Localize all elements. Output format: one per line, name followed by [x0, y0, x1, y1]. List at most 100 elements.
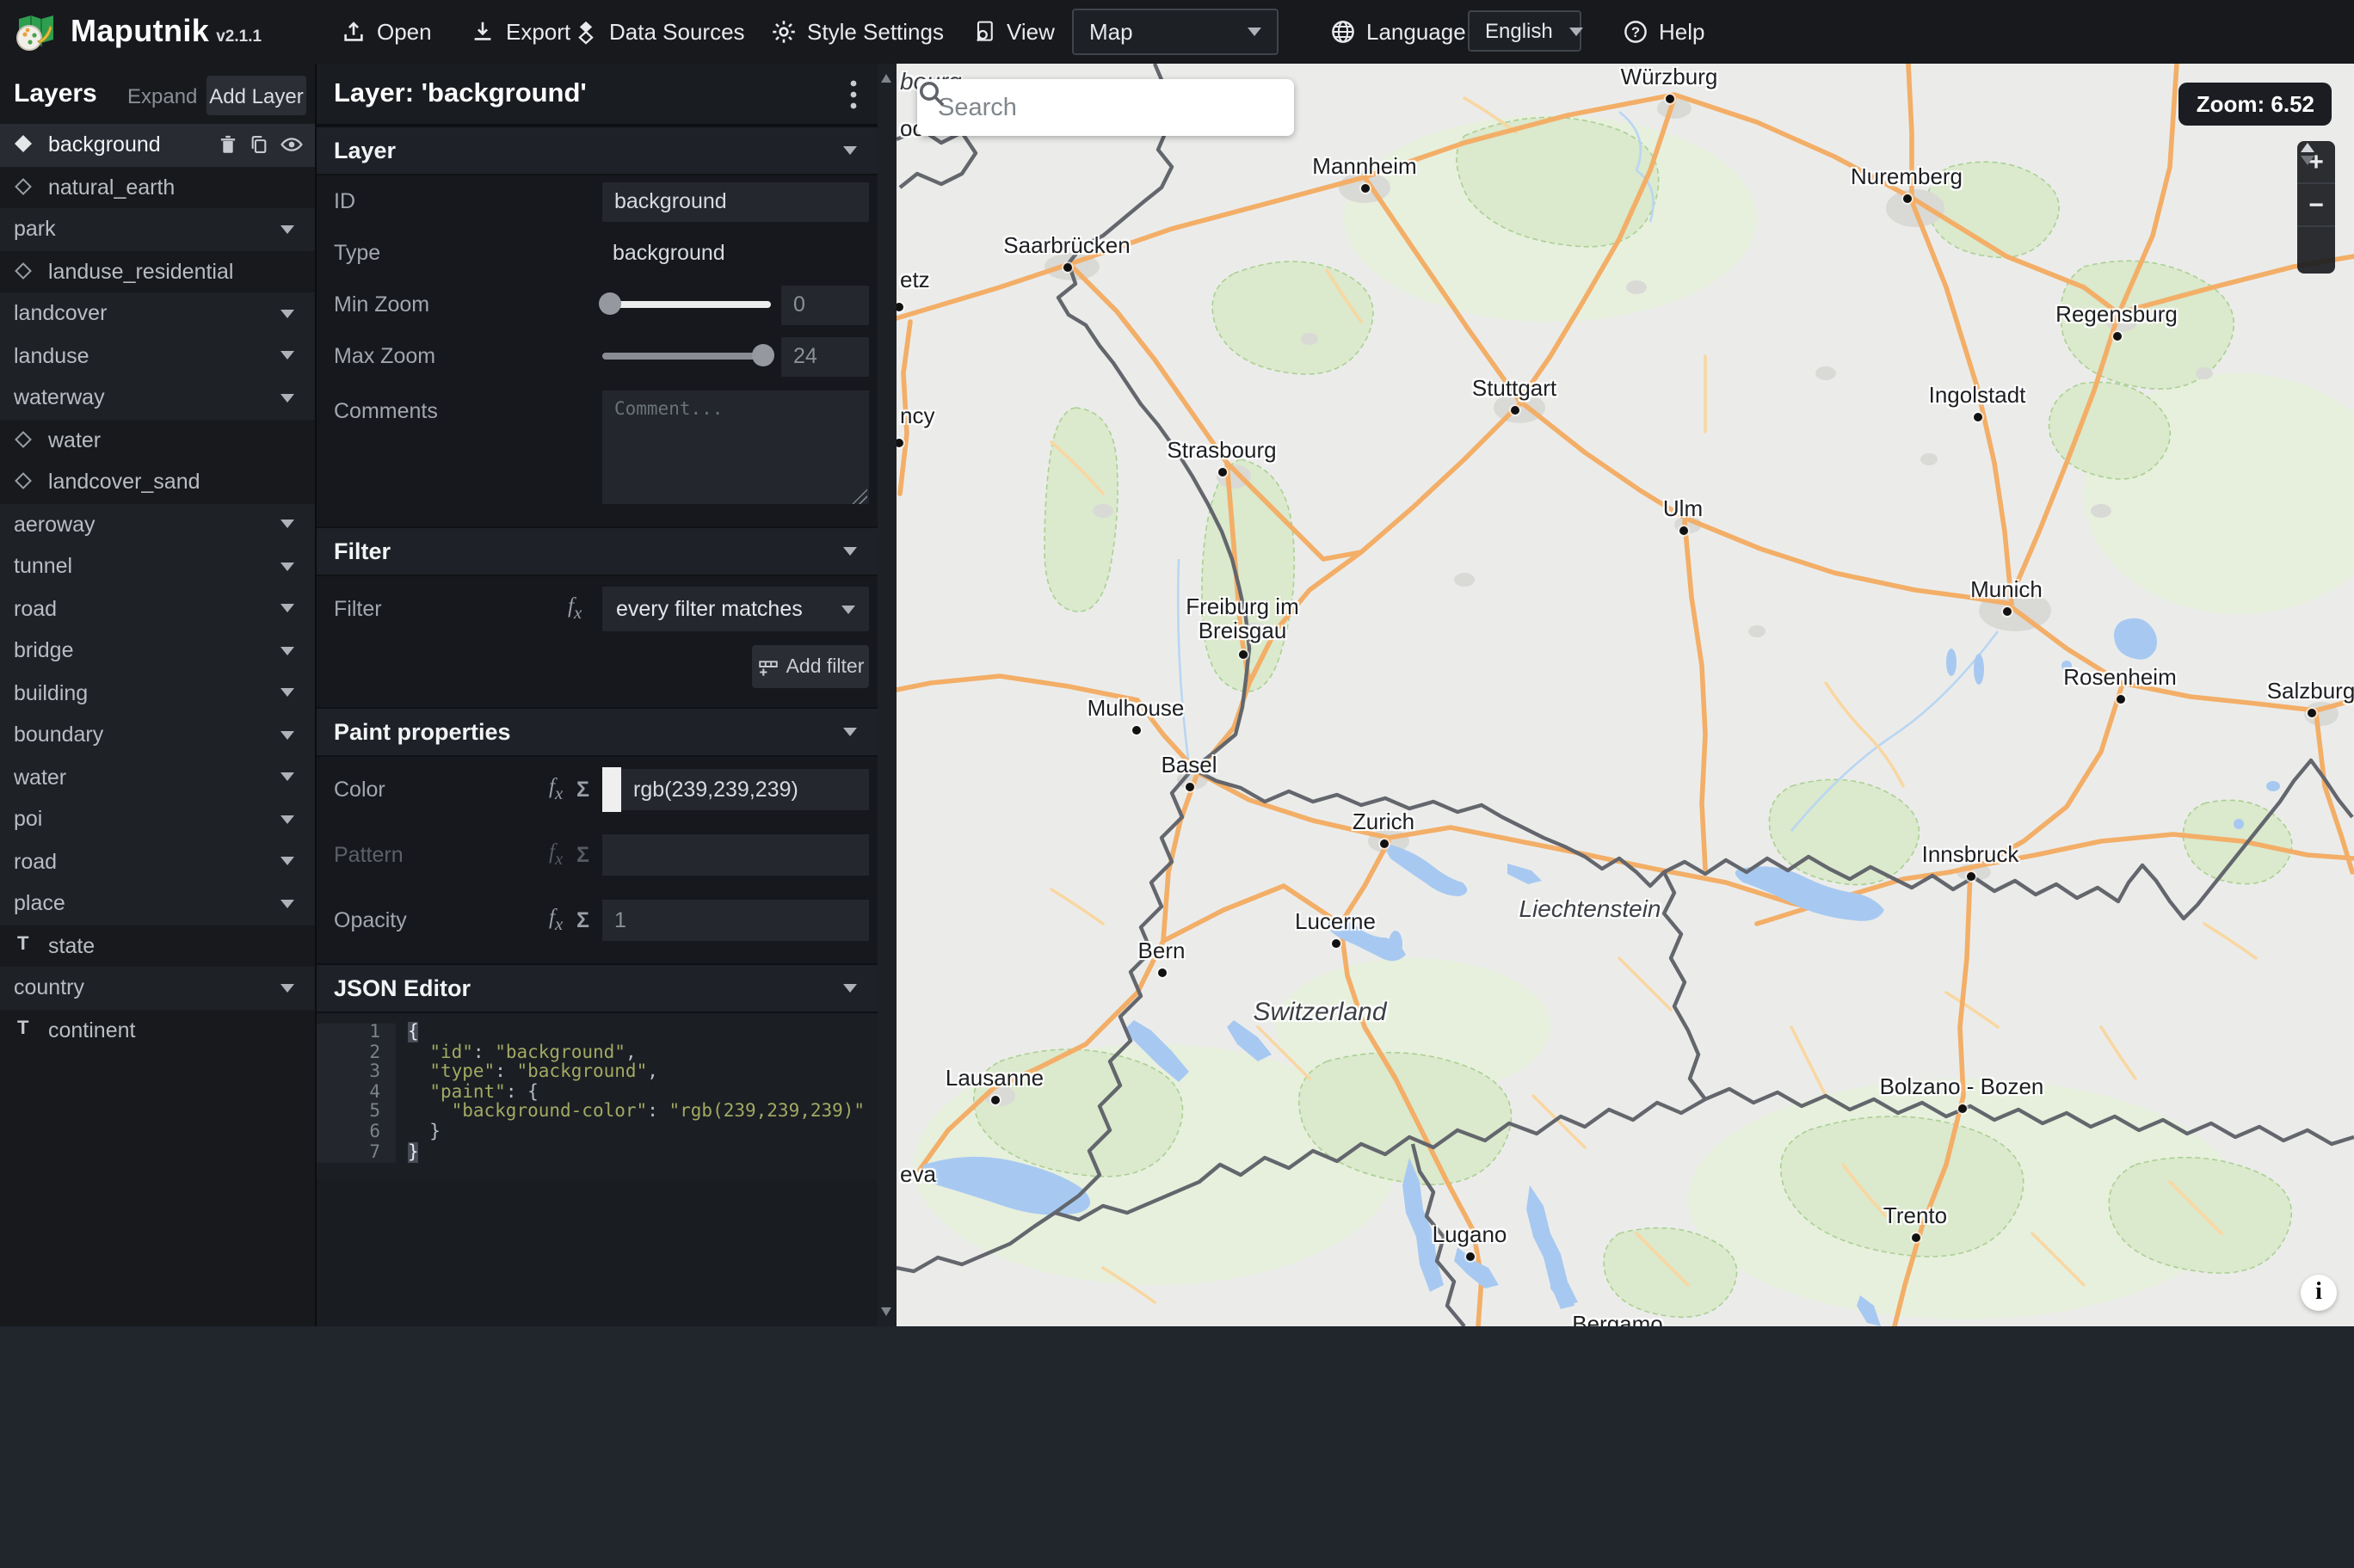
language-select[interactable]: English [1468, 10, 1584, 52]
chevron-down-icon[interactable] [280, 899, 294, 908]
layer-group-poi[interactable]: poi [0, 798, 315, 840]
open-button[interactable]: Open [341, 0, 432, 64]
chevron-down-icon[interactable] [280, 688, 294, 698]
expand-button[interactable]: Expand [127, 84, 197, 108]
chevron-down-icon[interactable] [280, 562, 294, 571]
color-input[interactable]: rgb(239,239,239) [602, 767, 869, 812]
layer-group-water[interactable]: water [0, 756, 315, 798]
chevron-down-icon[interactable] [280, 224, 294, 234]
layer-group-landuse[interactable]: landuse [0, 335, 315, 377]
layer-section-content: ID Type background Min Zoom 0 Max Zoom 2… [317, 175, 878, 526]
add-layer-button[interactable]: Add Layer [206, 76, 306, 115]
layer-group-bridge[interactable]: bridge [0, 630, 315, 672]
json-editor[interactable]: 1{2 "id": "background", 3 "type": "backgr… [317, 1013, 878, 1181]
section-header-paint[interactable]: Paint properties [317, 707, 878, 757]
map-search-box[interactable] [917, 79, 1294, 136]
layer-item-continent[interactable]: Tcontinent [0, 1009, 315, 1051]
sigma-icon[interactable]: Σ [576, 908, 589, 932]
view-icon [977, 21, 993, 42]
pattern-input[interactable] [602, 834, 869, 876]
layer-group-aeroway[interactable]: aeroway [0, 503, 315, 545]
chevron-down-icon[interactable] [280, 815, 294, 824]
function-icon[interactable]: fx [568, 594, 582, 624]
chevron-down-icon[interactable] [280, 772, 294, 782]
opacity-input[interactable]: 1 [602, 900, 869, 941]
filter-combiner-select[interactable]: every filter matches [602, 587, 869, 631]
comments-label: Comments [334, 399, 438, 423]
chevron-down-icon [843, 984, 857, 993]
layer-group-road[interactable]: road [0, 587, 315, 630]
view-mode-select[interactable]: Map [1072, 9, 1279, 55]
help-button[interactable]: ? Help [1623, 0, 1705, 64]
layer-item-background[interactable]: background [0, 124, 315, 166]
chevron-down-icon[interactable] [280, 730, 294, 740]
language-button: Language [1330, 0, 1466, 64]
view-button[interactable]: View [972, 0, 1055, 64]
comments-field[interactable] [602, 390, 869, 504]
gear-icon [773, 21, 795, 43]
section-header-json[interactable]: JSON Editor [317, 963, 878, 1013]
chevron-down-icon[interactable] [280, 351, 294, 360]
line-number: 1 [317, 1023, 396, 1044]
layer-group-park[interactable]: park [0, 208, 315, 250]
chevron-down-icon[interactable] [280, 520, 294, 529]
layer-group-country[interactable]: country [0, 967, 315, 1009]
min-zoom-label: Min Zoom [334, 292, 430, 317]
chevron-down-icon[interactable] [280, 309, 294, 318]
min-zoom-slider[interactable] [599, 292, 771, 315]
sigma-icon[interactable]: Σ [576, 778, 589, 802]
export-button[interactable]: Export [470, 0, 570, 64]
json-line: 1{ [317, 1022, 878, 1044]
color-swatch[interactable] [602, 767, 621, 812]
function-icon[interactable]: fx [549, 906, 563, 936]
layer-group-tunnel[interactable]: tunnel [0, 545, 315, 587]
compass-button[interactable] [2297, 143, 2335, 274]
data-sources-button[interactable]: Data Sources [573, 0, 745, 64]
layer-group-place[interactable]: place [0, 882, 315, 925]
layer-label: aeroway [14, 512, 96, 537]
layer-group-waterway[interactable]: waterway [0, 377, 315, 419]
slider-thumb[interactable] [752, 344, 774, 366]
search-input[interactable] [934, 92, 1210, 123]
layer-actions-menu-button[interactable] [850, 79, 857, 119]
slider-thumb[interactable] [599, 292, 621, 315]
line-number: 2 [317, 1042, 396, 1064]
layer-item-water[interactable]: water [0, 419, 315, 461]
duplicate-layer-icon[interactable] [248, 133, 270, 157]
zoom-out-button[interactable]: − [2297, 184, 2335, 227]
scroll-up-arrow-icon[interactable] [881, 74, 891, 83]
toggle-visibility-icon[interactable] [279, 133, 305, 157]
section-header-filter[interactable]: Filter [317, 526, 878, 576]
layer-item-landuse_residential[interactable]: landuse_residential [0, 250, 315, 292]
add-filter-icon [758, 661, 778, 676]
layer-group-landcover[interactable]: landcover [0, 292, 315, 335]
max-zoom-slider[interactable] [602, 344, 774, 366]
add-filter-button[interactable]: Add filter [752, 645, 869, 688]
min-zoom-value[interactable]: 0 [781, 285, 869, 324]
style-settings-button[interactable]: Style Settings [771, 0, 944, 64]
delete-layer-icon[interactable] [217, 133, 239, 157]
layer-group-building[interactable]: building [0, 672, 315, 714]
editor-scrollbar[interactable] [878, 64, 897, 1326]
chevron-down-icon[interactable] [280, 983, 294, 993]
layer-item-state[interactable]: Tstate [0, 925, 315, 967]
chevron-down-icon[interactable] [280, 604, 294, 613]
layer-item-landcover_sand[interactable]: landcover_sand [0, 461, 315, 503]
section-header-layer[interactable]: Layer [317, 126, 878, 175]
id-field[interactable] [602, 181, 869, 221]
line-number: 3 [317, 1062, 396, 1084]
layer-group-boundary[interactable]: boundary [0, 714, 315, 756]
layer-item-natural_earth[interactable]: natural_earth [0, 166, 315, 208]
layer-label: background [48, 132, 161, 157]
map-canvas[interactable]: Würzburg oc Mannheim Nuremberg Saarbrücken et… [897, 64, 2354, 1326]
function-icon[interactable]: fx [549, 775, 563, 805]
chevron-down-icon[interactable] [280, 393, 294, 403]
chevron-down-icon[interactable] [280, 646, 294, 655]
layer-group-road[interactable]: road [0, 840, 315, 882]
max-zoom-value[interactable]: 24 [781, 336, 869, 376]
layer-label: state [48, 933, 96, 958]
type-label: Type [334, 241, 381, 265]
attribution-info-button[interactable]: i [2301, 1275, 2337, 1311]
chevron-down-icon[interactable] [280, 857, 294, 866]
scroll-down-arrow-icon[interactable] [881, 1307, 891, 1316]
